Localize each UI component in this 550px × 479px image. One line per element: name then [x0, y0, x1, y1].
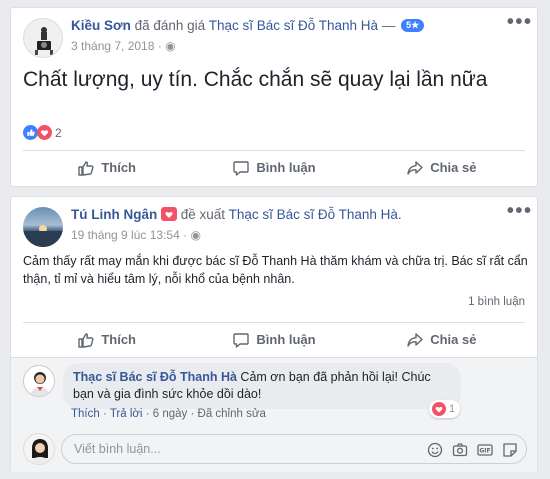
post-header: Kiều Sơn đã đánh giá Thạc sĩ Bác sĩ Đỗ T…: [71, 18, 425, 33]
reply-reply-link[interactable]: Trả lời: [110, 408, 143, 420]
comment-input[interactable]: Viết bình luận... GIF: [61, 434, 527, 464]
post-date[interactable]: 3 tháng 7, 2018: [71, 39, 154, 53]
reply-actions: Thích · Trả lời · 6 ngày · Đã chỉnh sửa: [71, 408, 266, 420]
rating-badge: 5★: [401, 19, 425, 32]
action-bar: Thích Bình luận Chia sẻ: [23, 322, 525, 356]
globe-icon: ◉: [165, 39, 176, 53]
user-photo-icon: [30, 439, 50, 464]
author-avatar[interactable]: [23, 18, 63, 58]
reply-like-link[interactable]: Thích: [71, 408, 100, 420]
thumbs-up-icon: [78, 160, 94, 176]
doctor-photo-icon: [30, 372, 50, 396]
comment-placeholder: Viết bình luận...: [74, 442, 161, 456]
recommendation-post-card: Tú Linh Ngân đề xuất Thạc sĩ Bác sĩ Đỗ T…: [10, 196, 538, 472]
author-name[interactable]: Kiều Sơn: [71, 18, 131, 33]
reply-bubble: Thạc sĩ Bác sĩ Đỗ Thanh Hà Cảm ơn bạn đã…: [63, 363, 461, 409]
love-reaction-icon: [37, 125, 52, 140]
post-meta: 3 tháng 7, 2018 · ◉: [71, 39, 176, 53]
author-name[interactable]: Tú Linh Ngân: [71, 207, 157, 222]
post-text: Chất lượng, uy tín. Chắc chắn sẽ quay lạ…: [23, 68, 488, 91]
user-avatar: [23, 433, 55, 465]
page-link[interactable]: Thạc sĩ Bác sĩ Đỗ Thanh Hà: [209, 18, 378, 33]
comment-label: Bình luận: [256, 332, 316, 347]
action-verb: đã đánh giá: [134, 18, 206, 33]
thumbs-up-icon: [78, 332, 94, 348]
like-label: Thích: [101, 332, 136, 347]
share-button[interactable]: Chia sẻ: [358, 151, 525, 184]
share-icon: [407, 332, 423, 347]
comment-button[interactable]: Bình luận: [190, 323, 357, 356]
reply-reaction-count: 1: [449, 403, 456, 415]
reply-time[interactable]: 6 ngày: [153, 408, 188, 420]
like-button[interactable]: Thích: [23, 151, 190, 184]
post-text: Cảm thấy rất may mắn khi được bác sĩ Đỗ …: [23, 254, 528, 286]
author-avatar[interactable]: [23, 207, 63, 247]
like-label: Thích: [101, 160, 136, 175]
comment-button[interactable]: Bình luận: [190, 151, 357, 184]
share-label: Chia sẻ: [430, 332, 477, 347]
post-date[interactable]: 19 tháng 9 lúc 13:54: [71, 228, 180, 242]
reply-edited[interactable]: Đã chỉnh sửa: [198, 408, 266, 420]
action-verb: đề xuất: [180, 207, 226, 222]
recommend-icon: [161, 207, 177, 221]
action-bar: Thích Bình luận Chia sẻ: [23, 150, 525, 184]
comment-label: Bình luận: [256, 160, 316, 175]
love-reaction-icon: [432, 402, 446, 416]
post-header: Tú Linh Ngân đề xuất Thạc sĩ Bác sĩ Đỗ T…: [71, 207, 402, 222]
comment-icon: [233, 160, 250, 176]
reply-reactions[interactable]: 1: [429, 400, 461, 418]
gif-icon[interactable]: GIF: [477, 442, 493, 458]
more-options-icon[interactable]: • • •: [507, 12, 531, 32]
sticker-icon[interactable]: [502, 442, 518, 458]
reply-author[interactable]: Thạc sĩ Bác sĩ Đỗ Thanh Hà: [73, 370, 237, 384]
dash: —: [381, 18, 396, 33]
reactions-summary[interactable]: 2: [23, 125, 62, 140]
more-options-icon[interactable]: • • •: [507, 201, 531, 221]
review-post-card: Kiều Sơn đã đánh giá Thạc sĩ Bác sĩ Đỗ T…: [10, 7, 538, 187]
share-label: Chia sẻ: [430, 160, 477, 175]
comment-count[interactable]: 1 bình luận: [468, 296, 525, 308]
reaction-count: 2: [55, 125, 62, 140]
emoji-icon[interactable]: [427, 442, 443, 458]
camera-icon[interactable]: [452, 442, 468, 458]
like-button[interactable]: Thích: [23, 323, 190, 356]
comment-icon: [233, 332, 250, 348]
page-link[interactable]: Thạc sĩ Bác sĩ Đỗ Thanh Hà.: [229, 207, 402, 222]
composer-icons: GIF: [427, 442, 518, 458]
globe-icon: ◉: [190, 228, 201, 242]
svg-text:GIF: GIF: [479, 448, 490, 455]
share-button[interactable]: Chia sẻ: [358, 323, 525, 356]
post-meta: 19 tháng 9 lúc 13:54 · ◉: [71, 228, 201, 242]
landscape-photo-icon: [23, 225, 63, 247]
share-icon: [407, 160, 423, 175]
like-reaction-icon: [23, 125, 38, 140]
camera-person-icon: [35, 27, 53, 55]
page-avatar[interactable]: [23, 365, 55, 397]
